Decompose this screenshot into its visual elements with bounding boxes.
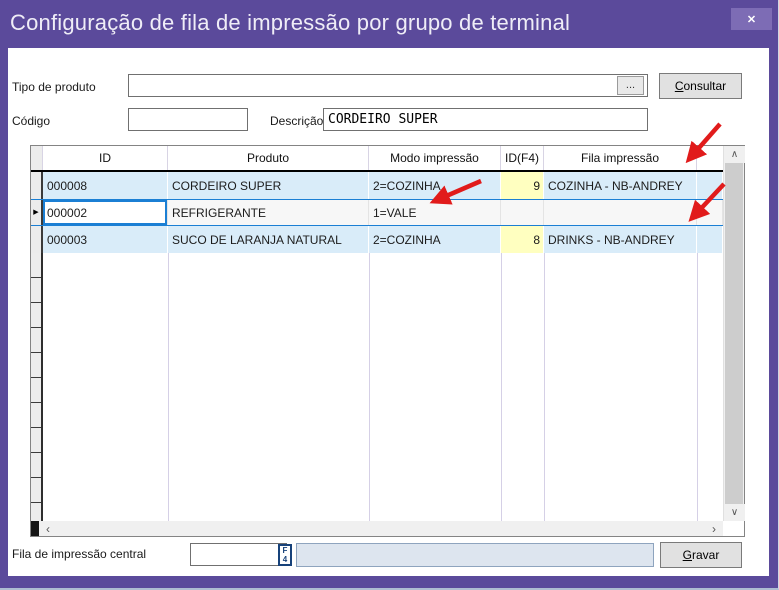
row-selector-cell[interactable] (31, 226, 43, 253)
f4-bottom-letter: 4 (283, 555, 287, 564)
codigo-input[interactable] (128, 108, 248, 131)
scroll-up-button[interactable]: ∧ (724, 146, 745, 163)
browse-button[interactable]: ... (617, 76, 644, 95)
titlebar: Configuração de fila de impressão por gr… (0, 0, 778, 48)
cell-produto[interactable]: REFRIGERANTE (168, 200, 369, 225)
cell-id[interactable]: 000002 (43, 200, 168, 225)
cell-id[interactable]: 000008 (43, 172, 168, 199)
cell-modo[interactable]: 1=VALE (369, 200, 501, 225)
grid-body: ID Produto Modo impressão ID(F4) Fila im… (31, 146, 723, 521)
table-row[interactable]: 000003 SUCO DE LARANJA NATURAL 2=COZINHA… (31, 226, 723, 253)
scroll-down-button[interactable]: ∨ (724, 504, 745, 521)
vertical-scrollbar-thumb[interactable] (725, 163, 743, 504)
column-header-modo[interactable]: Modo impressão (369, 146, 501, 170)
f4-shortcut-icon[interactable]: F 4 (278, 544, 292, 566)
cell-produto[interactable]: SUCO DE LARANJA NATURAL (168, 226, 369, 253)
cell-fila[interactable]: COZINHA - NB-ANDREY (544, 172, 697, 199)
cell-idf4[interactable]: 9 (501, 172, 544, 199)
column-header-produto[interactable]: Produto (168, 146, 369, 170)
fila-central-code-input[interactable] (190, 543, 287, 566)
descricao-label: Descrição (270, 114, 323, 128)
tipo-de-produto-input[interactable] (128, 74, 648, 97)
close-button[interactable]: ✕ (731, 8, 772, 30)
column-header-id[interactable]: ID (43, 146, 168, 170)
column-header-idf4[interactable]: ID(F4) (501, 146, 544, 170)
cell-modo[interactable]: 2=COZINHA (369, 226, 501, 253)
gravar-button[interactable]: Gravar (660, 542, 742, 568)
cell-idf4[interactable]: 8 (501, 226, 544, 253)
consultar-button[interactable]: Consultar (659, 73, 742, 99)
cell-extra (697, 200, 723, 225)
close-icon: ✕ (747, 13, 756, 26)
current-row-marker-icon: ▶ (33, 209, 38, 216)
vertical-scrollbar[interactable]: ∧ ∨ (723, 146, 744, 521)
scrollbar-corner-box (31, 521, 39, 536)
column-header-fila[interactable]: Fila impressão (544, 146, 697, 170)
table-row-selected[interactable]: ▶ 000002 REFRIGERANTE 1=VALE (31, 199, 723, 226)
gravar-button-label: Gravar (683, 548, 720, 562)
grid-column-line (369, 253, 370, 521)
product-grid: ID Produto Modo impressão ID(F4) Fila im… (30, 145, 745, 537)
row-selector-cell[interactable]: ▶ (31, 200, 43, 225)
cell-extra (697, 226, 723, 253)
grid-column-line (544, 253, 545, 521)
grid-corner-cell (31, 146, 43, 170)
grid-column-line (501, 253, 502, 521)
grid-column-line (168, 253, 169, 521)
row-selector-cell[interactable] (31, 172, 43, 199)
codigo-label: Código (12, 114, 50, 128)
descricao-input[interactable] (323, 108, 648, 131)
grid-column-line (697, 253, 698, 521)
chevron-left-icon: ‹ (46, 522, 50, 536)
tipo-de-produto-label: Tipo de produto (12, 80, 96, 94)
empty-row-selectors (31, 253, 43, 521)
cell-modo[interactable]: 2=COZINHA (369, 172, 501, 199)
fila-central-description-field[interactable] (296, 543, 654, 567)
cell-produto[interactable]: CORDEIRO SUPER (168, 172, 369, 199)
table-row[interactable]: 000008 CORDEIRO SUPER 2=COZINHA 9 COZINH… (31, 172, 723, 199)
cell-fila[interactable] (544, 200, 697, 225)
column-header-extra (697, 146, 723, 170)
fila-central-description-value (297, 544, 653, 552)
f4-top-letter: F (283, 546, 288, 555)
scroll-right-button[interactable]: › (705, 521, 723, 536)
cell-fila[interactable]: DRINKS - NB-ANDREY (544, 226, 697, 253)
cell-idf4[interactable] (501, 200, 544, 225)
grid-header-row: ID Produto Modo impressão ID(F4) Fila im… (31, 146, 723, 172)
chevron-right-icon: › (712, 522, 716, 536)
dialog-title: Configuração de fila de impressão por gr… (10, 10, 570, 36)
dialog-content: Tipo de produto ... Consultar Código Des… (8, 48, 769, 576)
chevron-up-icon: ∧ (731, 149, 738, 160)
cell-extra (697, 172, 723, 199)
consultar-button-label: Consultar (675, 79, 726, 93)
chevron-down-icon: ∨ (731, 507, 738, 518)
dialog-window: Configuração de fila de impressão por gr… (0, 0, 779, 590)
horizontal-scrollbar[interactable]: ‹ › (31, 521, 723, 536)
scroll-left-button[interactable]: ‹ (39, 521, 57, 536)
cell-id[interactable]: 000003 (43, 226, 168, 253)
fila-central-label: Fila de impressão central (12, 547, 146, 561)
